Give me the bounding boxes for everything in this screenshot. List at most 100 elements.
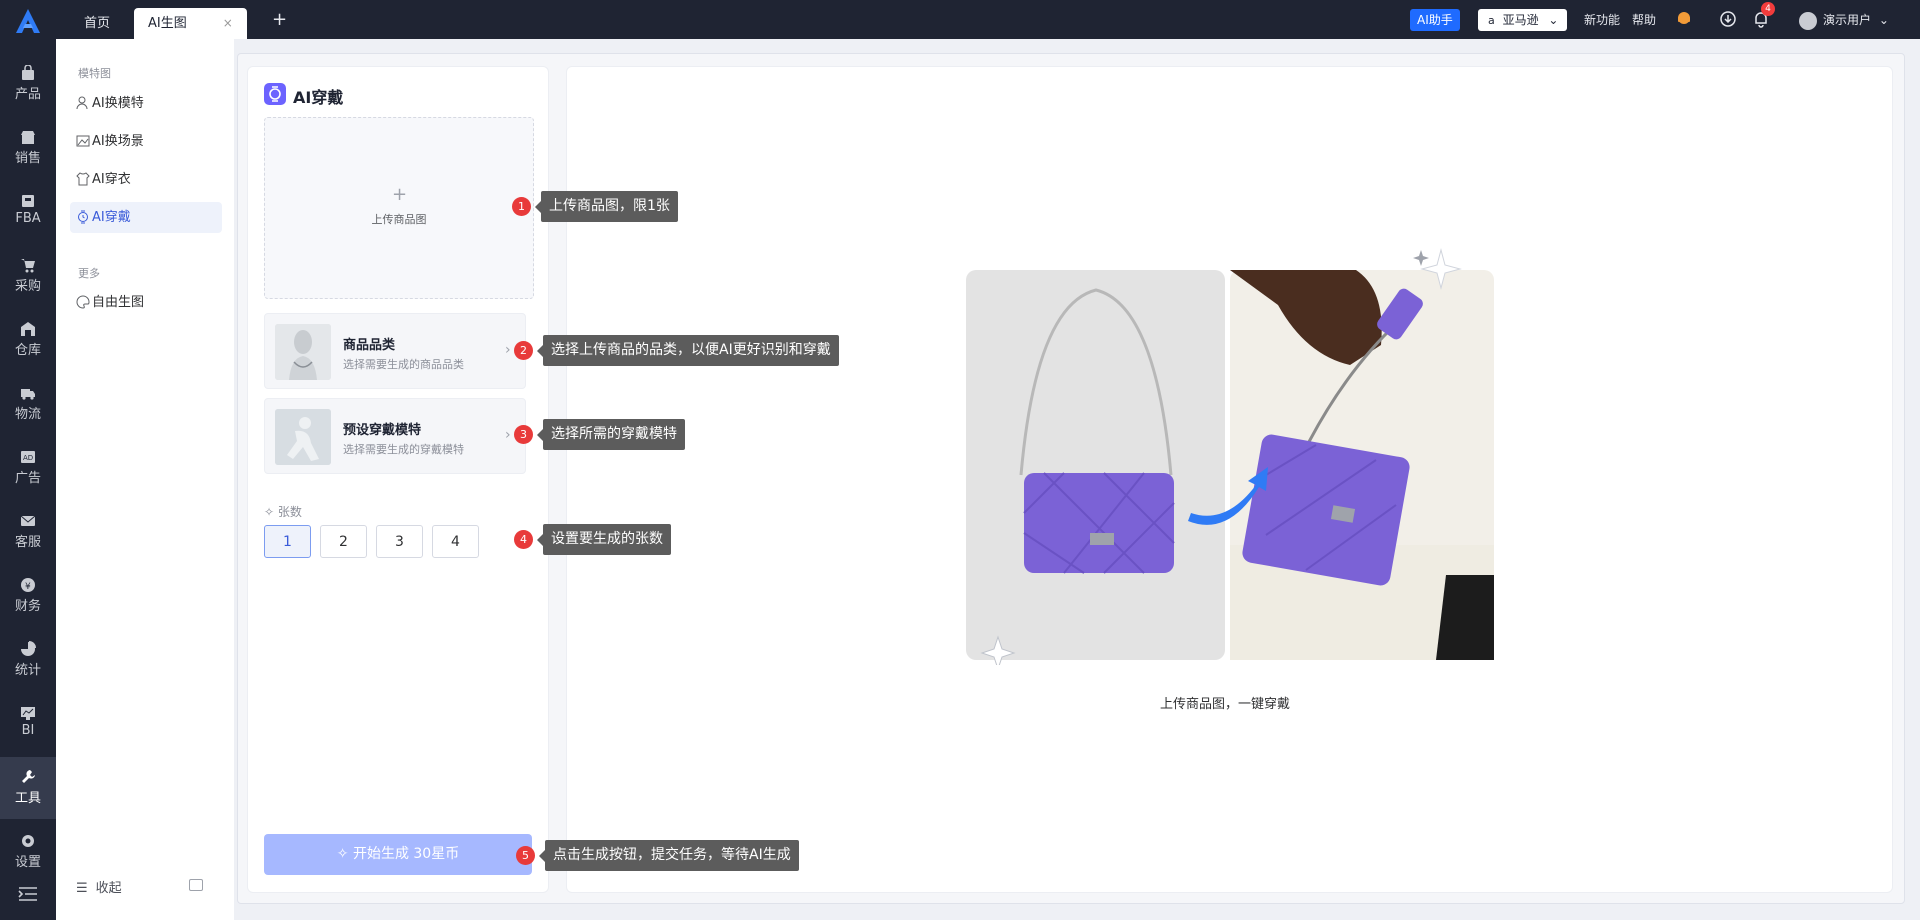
- rail-label: 仓库: [14, 343, 41, 358]
- sidebar-item-label: AI穿衣: [92, 172, 131, 187]
- rail-item-purchase[interactable]: 采购: [0, 245, 56, 307]
- top-bar: 首页 AI生图 × + AI助手 a 亚马逊 ⌄ 新功能 帮助 4 演示用户 ⌄: [0, 0, 1920, 39]
- chevron-right-icon: ›: [505, 427, 511, 443]
- group-title-more: 更多: [78, 267, 100, 280]
- sidebar-item-ai-swap-scene[interactable]: AI换场景: [70, 126, 222, 157]
- marketplace-label: 亚马逊: [1502, 13, 1539, 27]
- marketplace-select[interactable]: a 亚马逊 ⌄: [1478, 9, 1567, 31]
- tab-ai-image[interactable]: AI生图 ×: [134, 8, 247, 39]
- rail-label: 统计: [14, 663, 41, 678]
- model-title: 预设穿戴模特: [343, 423, 422, 438]
- rail-item-warehouse[interactable]: 仓库: [0, 309, 56, 371]
- customer-service-icon[interactable]: [1675, 10, 1693, 28]
- sidebar-item-label: 自由生图: [92, 295, 145, 310]
- preview-caption: 上传商品图，一键穿戴: [1160, 697, 1291, 712]
- group-title-model: 模特图: [78, 67, 111, 80]
- panel-toggle-icon[interactable]: [189, 879, 203, 891]
- chevron-down-icon: ⌄: [1548, 13, 1559, 27]
- shop-icon: [21, 131, 35, 144]
- watch-icon: [78, 210, 88, 224]
- category-select[interactable]: 商品品类 选择需要生成的商品品类 ›: [264, 313, 526, 389]
- cart-icon: [21, 259, 35, 273]
- bag-icon: [22, 65, 34, 80]
- gear-icon: [22, 835, 34, 847]
- count-option-2[interactable]: 2: [320, 525, 367, 558]
- ai-helper-button[interactable]: AI助手: [1410, 9, 1460, 31]
- collapse-icon: ☰: [76, 881, 88, 896]
- rail-item-bi[interactable]: BI: [0, 693, 56, 755]
- step-tip: 选择所需的穿戴模特: [537, 419, 685, 450]
- model-select[interactable]: 预设穿戴模特 选择需要生成的穿戴模特 ›: [264, 398, 526, 474]
- panel-title: AI穿戴: [293, 88, 344, 107]
- app-logo[interactable]: [10, 6, 46, 36]
- chevron-down-icon: ⌄: [1878, 13, 1889, 27]
- coin-icon: ¥: [21, 578, 35, 592]
- rail-label: 物流: [14, 407, 41, 422]
- menu-toggle-icon[interactable]: [17, 886, 39, 902]
- upload-area[interactable]: + 上传商品图: [264, 117, 534, 299]
- sidebar-item-free-gen[interactable]: 自由生图: [70, 287, 222, 318]
- model-subtitle: 选择需要生成的穿戴模特: [343, 443, 464, 456]
- sidebar-item-label: AI换模特: [92, 96, 144, 111]
- rail-item-settings[interactable]: 设置: [0, 821, 56, 883]
- rail-item-products[interactable]: 产品: [0, 53, 56, 115]
- palette-icon: [76, 295, 90, 309]
- rail-label: 工具: [14, 791, 41, 806]
- generate-button[interactable]: ✧ 开始生成 30星币: [264, 834, 532, 875]
- category-thumbnail: [275, 324, 331, 380]
- rail-item-tools[interactable]: 工具: [0, 757, 56, 819]
- person-icon: [76, 96, 88, 110]
- rail-label: 产品: [14, 87, 41, 102]
- svg-text:AD: AD: [23, 454, 33, 462]
- avatar: [1799, 11, 1817, 30]
- pie-icon: [21, 641, 36, 656]
- rail-label: 采购: [14, 279, 41, 294]
- tab-home[interactable]: 首页: [70, 8, 124, 39]
- count-option-1[interactable]: 1: [264, 525, 311, 558]
- rail-label: 广告: [14, 471, 41, 486]
- rail-item-service[interactable]: 客服: [0, 501, 56, 563]
- rail-label: FBA: [15, 211, 41, 226]
- example-illustration: [966, 248, 1494, 665]
- sidebar-item-ai-dress[interactable]: AI穿衣: [70, 164, 222, 195]
- sidebar-item-ai-swap-model[interactable]: AI换模特: [70, 88, 222, 119]
- rail-label: 设置: [14, 855, 41, 870]
- shirt-icon: [76, 172, 90, 186]
- box-icon: [22, 195, 34, 207]
- sidebar-item-ai-wear[interactable]: AI穿戴: [70, 202, 222, 233]
- rail-item-sales[interactable]: 销售: [0, 117, 56, 179]
- app-rail: 产品 销售 FBA 采购 仓库 物流 AD 广告 客服 ¥ 财务 统计 BI 工…: [0, 39, 56, 920]
- step-number: 4: [514, 530, 533, 549]
- step-tip: 上传商品图，限1张: [535, 191, 678, 222]
- collapse-button[interactable]: ☰ 收起: [76, 877, 122, 896]
- watch-icon: [264, 83, 286, 105]
- step-number: 3: [514, 425, 533, 444]
- upload-label: 上传商品图: [371, 213, 427, 226]
- user-menu[interactable]: 演示用户 ⌄: [1799, 10, 1889, 30]
- add-tab-button[interactable]: +: [272, 10, 287, 30]
- rail-item-logistics[interactable]: 物流: [0, 373, 56, 435]
- step-number: 1: [512, 197, 531, 216]
- rail-label: 客服: [14, 535, 41, 550]
- svg-text:¥: ¥: [25, 582, 31, 592]
- collapse-label: 收起: [95, 881, 122, 896]
- rail-item-ads[interactable]: AD 广告: [0, 437, 56, 499]
- image-icon: [76, 135, 90, 147]
- mail-icon: [20, 515, 36, 526]
- rail-item-finance[interactable]: ¥ 财务: [0, 565, 56, 627]
- rail-item-fba[interactable]: FBA: [0, 181, 56, 243]
- rail-label: 销售: [14, 151, 41, 166]
- truck-icon: [21, 389, 35, 400]
- count-option-4[interactable]: 4: [432, 525, 479, 558]
- step-number: 2: [514, 341, 533, 360]
- count-option-3[interactable]: 3: [376, 525, 423, 558]
- category-subtitle: 选择需要生成的商品品类: [343, 358, 464, 371]
- new-features-link[interactable]: 新功能: [1584, 11, 1620, 28]
- warehouse-icon: [21, 322, 35, 336]
- help-link[interactable]: 帮助: [1632, 11, 1656, 28]
- download-icon[interactable]: [1719, 10, 1737, 28]
- amazon-icon: a: [1488, 14, 1495, 27]
- rail-item-stats[interactable]: 统计: [0, 629, 56, 691]
- close-icon[interactable]: ×: [223, 16, 233, 30]
- tab-ai-image-label: AI生图: [148, 16, 187, 31]
